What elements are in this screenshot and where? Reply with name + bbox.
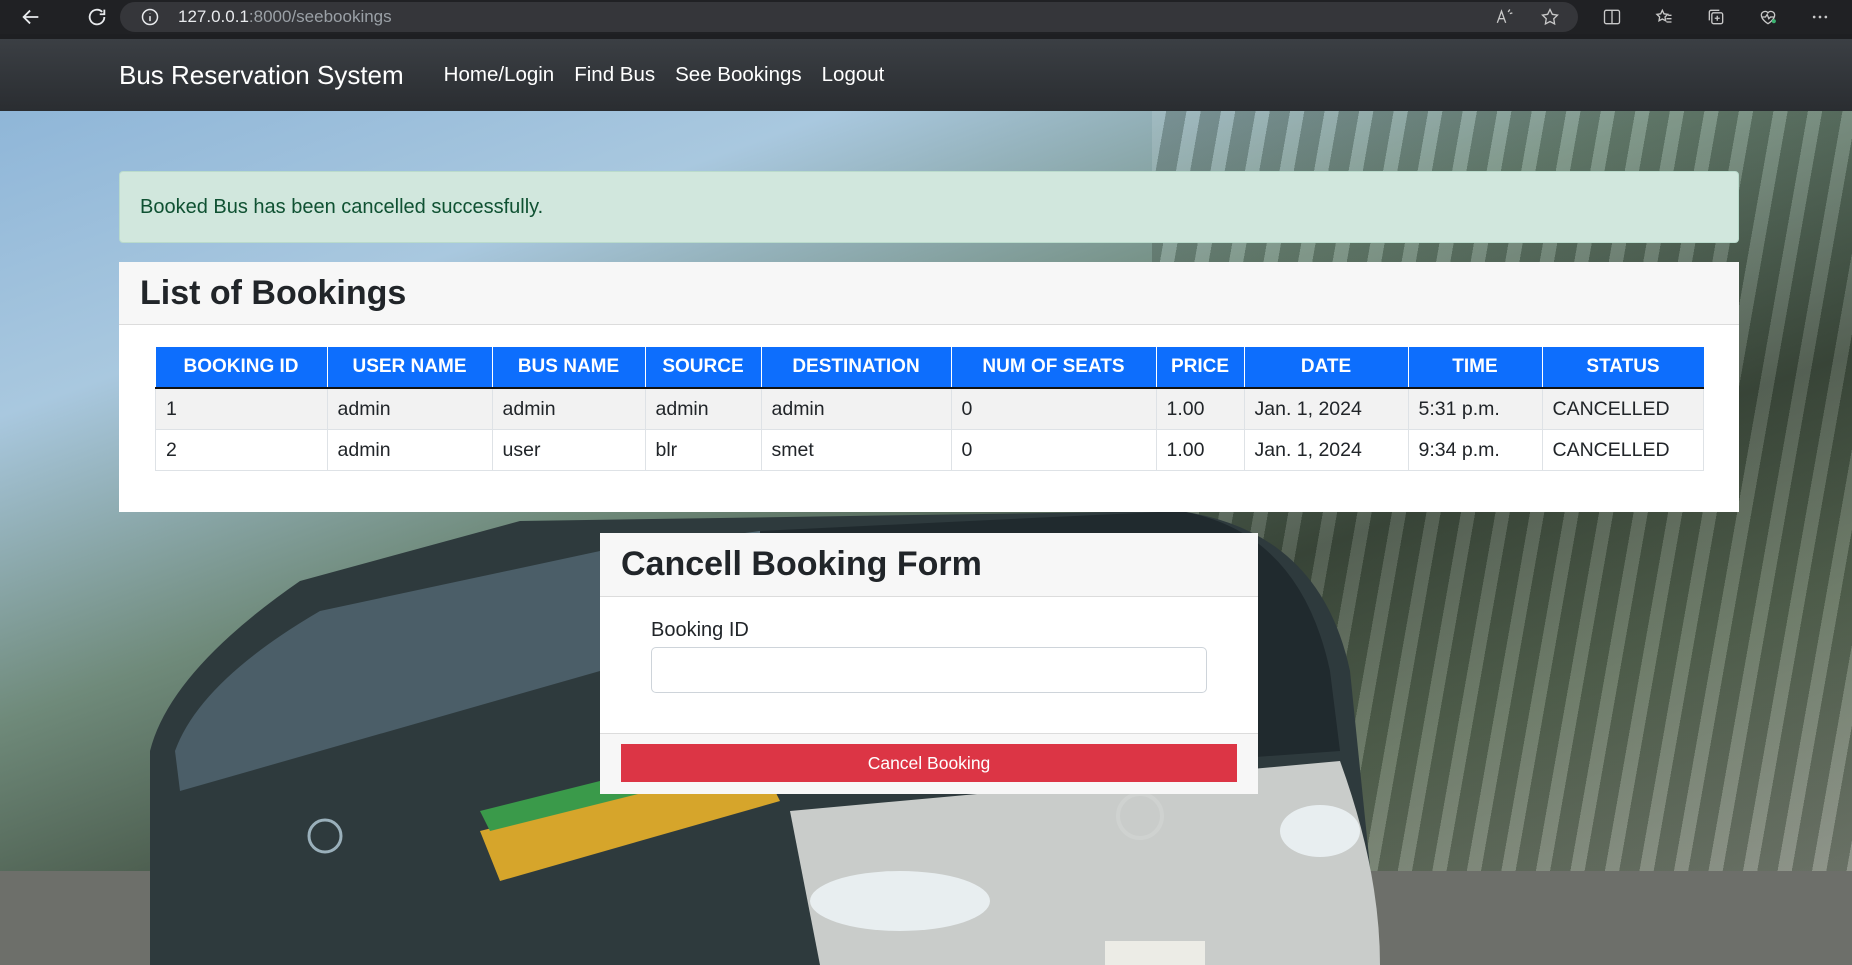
cell-user-name: admin [326, 387, 493, 430]
bookings-card: List of Bookings BOOKING ID USER NAME BU… [119, 262, 1739, 512]
table-row: 1 admin admin admin admin 0 1.00 Jan. 1,… [155, 387, 1704, 430]
col-header-date: DATE [1244, 347, 1409, 389]
alert-message: Booked Bus has been cancelled successful… [140, 195, 544, 218]
cell-time: 5:31 p.m. [1407, 387, 1543, 430]
favorite-star-icon[interactable] [1540, 7, 1560, 27]
cancel-booking-card: Cancell Booking Form Booking ID Cancel B… [600, 533, 1258, 794]
col-header-source: SOURCE [645, 347, 762, 389]
nav-link-find-bus[interactable]: Find Bus [564, 63, 665, 87]
cell-source: admin [644, 387, 762, 430]
cell-price: 1.00 [1155, 429, 1245, 471]
nav-link-logout[interactable]: Logout [812, 63, 895, 87]
split-screen-icon[interactable] [1602, 7, 1622, 27]
nav-link-home-login[interactable]: Home/Login [434, 63, 565, 87]
cell-bus-name: user [491, 429, 646, 471]
cancel-form-title: Cancell Booking Form [621, 545, 982, 583]
booking-id-label: Booking ID [651, 619, 749, 641]
read-aloud-icon[interactable] [1494, 7, 1514, 27]
booking-id-input[interactable] [651, 647, 1207, 693]
col-header-time: TIME [1408, 347, 1543, 389]
col-header-destination: DESTINATION [761, 347, 952, 389]
table-row: 2 admin user blr smet 0 1.00 Jan. 1, 202… [155, 429, 1704, 471]
favorites-icon[interactable] [1654, 7, 1674, 27]
cell-source: blr [644, 429, 762, 471]
back-arrow-icon[interactable] [14, 0, 48, 34]
cell-user-name: admin [326, 429, 493, 471]
more-menu-icon[interactable] [1810, 7, 1830, 27]
cell-price: 1.00 [1155, 387, 1245, 430]
col-header-bus-name: BUS NAME [492, 347, 646, 389]
address-bar[interactable]: 127.0.0.1:8000/seebookings [120, 2, 1578, 32]
cell-bus-name: admin [491, 387, 646, 430]
cancel-booking-button[interactable]: Cancel Booking [621, 744, 1237, 782]
nav-links: Home/Login Find Bus See Bookings Logout [434, 63, 895, 87]
cell-time: 9:34 p.m. [1407, 429, 1543, 471]
cell-status: CANCELLED [1541, 387, 1704, 430]
cell-num-of-seats: 0 [950, 429, 1157, 471]
col-header-price: PRICE [1156, 347, 1245, 389]
url-host: 127.0.0.1 [178, 7, 249, 26]
bookings-card-header: List of Bookings [119, 262, 1739, 325]
url-path: :8000/seebookings [248, 7, 392, 26]
col-header-num-of-seats: NUM OF SEATS [951, 347, 1157, 389]
cell-destination: smet [760, 429, 952, 471]
cancel-card-header: Cancell Booking Form [600, 533, 1258, 597]
nav-link-see-bookings[interactable]: See Bookings [665, 63, 812, 87]
bookings-title: List of Bookings [140, 273, 407, 312]
collections-icon[interactable] [1706, 7, 1726, 27]
col-header-booking-id: BOOKING ID [155, 347, 328, 389]
col-header-status: STATUS [1542, 347, 1704, 389]
bookings-table: BOOKING ID USER NAME BUS NAME SOURCE DES… [155, 347, 1704, 471]
table-header-row: BOOKING ID USER NAME BUS NAME SOURCE DES… [155, 347, 1704, 389]
navbar: Bus Reservation System Home/Login Find B… [0, 39, 1852, 111]
url-text: 127.0.0.1:8000/seebookings [178, 7, 392, 27]
cell-num-of-seats: 0 [950, 387, 1157, 430]
cell-destination: admin [760, 387, 952, 430]
site-info-icon[interactable] [140, 7, 160, 27]
browser-essentials-icon[interactable] [1758, 7, 1778, 27]
cell-date: Jan. 1, 2024 [1243, 387, 1409, 430]
brand-link[interactable]: Bus Reservation System [119, 60, 404, 91]
success-alert: Booked Bus has been cancelled successful… [119, 171, 1739, 243]
cell-status: CANCELLED [1541, 429, 1704, 471]
browser-toolbar: 127.0.0.1:8000/seebookings [0, 0, 1852, 34]
cell-booking-id: 1 [155, 387, 328, 430]
cell-date: Jan. 1, 2024 [1243, 429, 1409, 471]
col-header-user-name: USER NAME [327, 347, 493, 389]
reload-icon[interactable] [80, 0, 114, 34]
cell-booking-id: 2 [155, 429, 328, 471]
